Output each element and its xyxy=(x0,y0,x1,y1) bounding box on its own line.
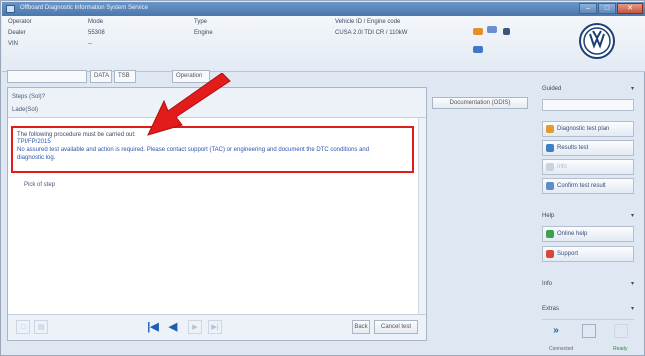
connection-status: Connected xyxy=(549,346,574,352)
operator-label: Operator xyxy=(8,19,32,25)
window-title: Offboard Diagnostic Information System S… xyxy=(20,5,148,11)
exit-icon[interactable] xyxy=(614,324,628,338)
red-pointer-arrow-icon xyxy=(147,73,231,136)
vin-label: VIN xyxy=(8,41,19,47)
diagnostic-test-plan-label: Diagnostic test plan xyxy=(557,126,610,132)
online-help-icon xyxy=(546,230,554,238)
data-field[interactable]: DATA xyxy=(90,70,112,83)
vehicle-id-value: CUSA 2.0l TDI CR / 110kW xyxy=(335,30,408,36)
network-icon xyxy=(487,26,497,33)
support-icon xyxy=(546,250,554,258)
maximize-button[interactable]: □ xyxy=(598,3,616,14)
guided-section-label: Guided xyxy=(542,86,562,92)
results-icon xyxy=(546,144,554,152)
info-icon xyxy=(546,163,554,171)
documentation-button[interactable]: Documentation (ODIS) xyxy=(432,97,528,109)
search-input[interactable] xyxy=(7,70,87,83)
back-button[interactable]: Back xyxy=(352,320,370,334)
online-help-label: Online help xyxy=(557,231,588,237)
skip-last-icon[interactable]: ▶| xyxy=(208,320,222,334)
results-test-label: Results test xyxy=(557,145,589,151)
chevron-down-icon: ▾ xyxy=(630,306,634,312)
stop-icon[interactable]: □ xyxy=(16,320,30,334)
vehicle-icon xyxy=(473,28,483,35)
confirm-test-result-label: Confirm test result xyxy=(557,183,606,189)
close-button[interactable]: ✕ xyxy=(617,3,643,14)
action-bar: » xyxy=(542,319,634,341)
message-line-1: The following procedure must be carried … xyxy=(17,132,136,138)
mode-label: Mode xyxy=(88,19,104,25)
confirm-test-result-button[interactable]: Confirm test result xyxy=(542,178,634,194)
info-label: Info xyxy=(557,164,568,170)
vin-value: -- xyxy=(88,41,92,47)
results-test-button[interactable]: Results test xyxy=(542,140,634,156)
info-section-label: Info xyxy=(542,281,553,287)
right-panel: Guided ▾ Diagnostic test plan Results te… xyxy=(539,81,638,345)
chevron-down-icon: ▾ xyxy=(630,281,634,287)
minimize-button[interactable]: – xyxy=(579,3,597,14)
guided-section-title[interactable]: Guided ▾ xyxy=(539,84,638,95)
app-window: Offboard Diagnostic Information System S… xyxy=(0,0,645,356)
pick-step-text: Pick of step xyxy=(24,182,56,188)
message-line-3: No assured test available and action is … xyxy=(17,147,370,153)
skip-first-icon[interactable]: |◀ xyxy=(146,320,160,334)
vw-logo xyxy=(579,23,615,59)
cancel-test-button[interactable]: Cancel test xyxy=(374,320,418,334)
dealer-label: Dealer xyxy=(8,30,26,36)
type-label: Type xyxy=(194,19,208,25)
previous-icon[interactable]: ◀ xyxy=(166,320,180,334)
chevron-down-icon: ▾ xyxy=(630,86,634,92)
tsb-field[interactable]: TSB xyxy=(114,70,136,83)
battery-icon xyxy=(473,46,483,53)
diagnostic-test-plan-button[interactable]: Diagnostic test plan xyxy=(542,121,634,137)
support-button[interactable]: Support xyxy=(542,246,634,262)
extras-section-title[interactable]: Extras ▾ xyxy=(539,304,638,315)
vehicle-id-label: Vehicle ID / Engine code xyxy=(335,19,401,25)
help-section-title[interactable]: Help ▾ xyxy=(539,211,638,222)
app-icon xyxy=(6,5,15,13)
guided-input[interactable] xyxy=(542,99,634,111)
print-icon[interactable] xyxy=(582,324,596,338)
next-icon[interactable]: ▶ xyxy=(188,320,202,334)
support-label: Support xyxy=(557,251,579,257)
online-help-button[interactable]: Online help xyxy=(542,226,634,242)
forward-icon[interactable]: » xyxy=(548,324,564,338)
confirm-icon xyxy=(546,182,554,190)
window-controls: – □ ✕ xyxy=(579,3,643,15)
dealer-value: 55308 xyxy=(88,30,105,36)
info-button[interactable]: Info xyxy=(542,159,634,175)
type-value: Engine xyxy=(194,30,213,36)
vertical-scrollbar[interactable] xyxy=(418,118,426,314)
ready-status: Ready xyxy=(613,346,628,352)
help-section-label: Help xyxy=(542,213,555,219)
message-line-4: diagnostic log. xyxy=(17,155,56,161)
chevron-down-icon: ▾ xyxy=(630,213,634,219)
title-bar: Offboard Diagnostic Information System S… xyxy=(2,2,645,16)
panel-caption: Steps (Sol)? xyxy=(12,94,46,100)
panel-subcaption: Lade(Sol) xyxy=(12,107,39,113)
message-line-2: TPI/FP/2015 xyxy=(17,139,51,145)
vehicle-header: Operator Dealer VIN Mode 55308 -- Type E… xyxy=(2,16,645,72)
info-section-title[interactable]: Info ▾ xyxy=(539,279,638,290)
extras-section-label: Extras xyxy=(542,306,560,312)
connection-icon xyxy=(503,28,510,35)
document-icon[interactable]: ▤ xyxy=(34,320,48,334)
diagnostic-plan-icon xyxy=(546,125,554,133)
panel-footer: □ ▤ |◀ ◀ ▶ ▶| Back Cancel test xyxy=(8,314,426,340)
